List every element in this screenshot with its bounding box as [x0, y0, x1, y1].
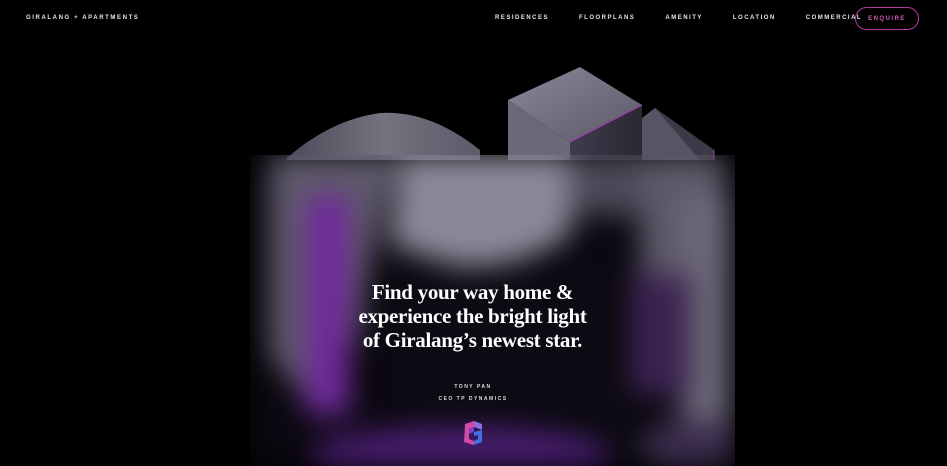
quote-line-3: of Giralang’s newest star.	[362, 328, 583, 352]
giralang-logo-icon	[464, 421, 482, 445]
nav-floorplans[interactable]: FLOORPLANS	[579, 15, 635, 21]
quote-author-role: CEO TP DYNAMICS	[438, 396, 508, 402]
brand-logo-text[interactable]: GIRALANG + APARTMENTS	[26, 15, 139, 21]
quote-line-2: experience the bright light	[358, 304, 587, 328]
enquire-button[interactable]: ENQUIRE	[855, 7, 919, 30]
nav-commercial[interactable]: COMMERCIAL	[806, 15, 862, 21]
nav-residences[interactable]: RESIDENCES	[495, 15, 549, 21]
page: GIRALANG + APARTMENTS RESIDENCES FLOORPL…	[0, 0, 947, 466]
quote-line-1: Find your way home &	[371, 280, 574, 304]
hero-quote: Find your way home & experience the brig…	[300, 280, 645, 352]
nav-location[interactable]: LOCATION	[733, 15, 776, 21]
quote-author-name: TONY PAN	[454, 384, 492, 390]
main-nav: RESIDENCES FLOORPLANS AMENITY LOCATION C…	[480, 15, 892, 21]
nav-amenity[interactable]: AMENITY	[665, 15, 703, 21]
